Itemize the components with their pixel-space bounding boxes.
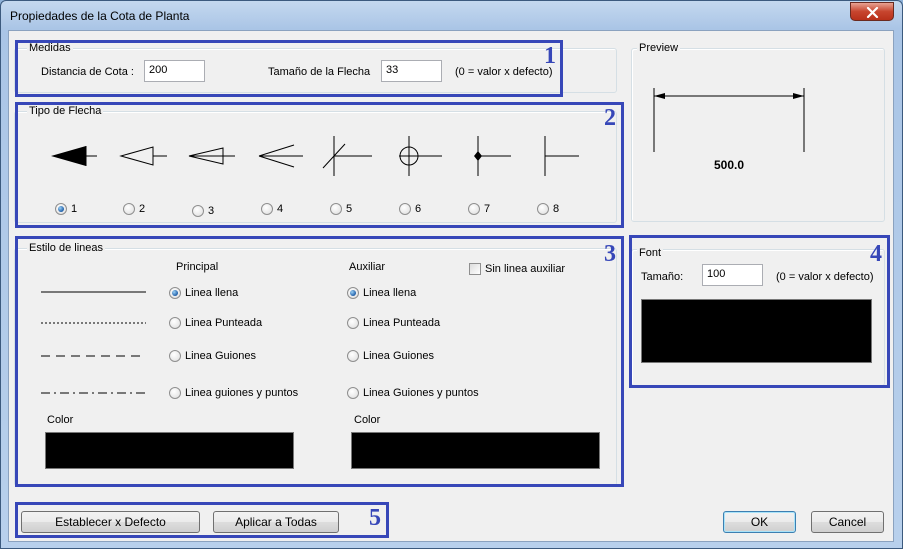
title-bar[interactable]: Propiedades de la Cota de Planta xyxy=(1,1,902,30)
annotation-number-2: 2 xyxy=(604,105,616,131)
preview-group-label: Preview xyxy=(637,42,681,54)
annotation-number-5: 5 xyxy=(369,505,381,531)
annotation-box-3 xyxy=(15,236,624,487)
annotation-box-4 xyxy=(629,235,890,388)
annotation-number-1: 1 xyxy=(544,43,556,69)
close-button[interactable] xyxy=(850,2,894,21)
window-title: Propiedades de la Cota de Planta xyxy=(10,9,190,23)
preview-dimension-text: 500.0 xyxy=(714,158,745,172)
annotation-number-3: 3 xyxy=(604,241,616,267)
preview-drawing xyxy=(653,88,805,152)
dialog-window: Propiedades de la Cota de Planta Medidas… xyxy=(0,0,903,549)
annotation-number-4: 4 xyxy=(870,241,882,267)
cancel-button[interactable]: Cancel xyxy=(811,511,884,533)
ok-button[interactable]: OK xyxy=(723,511,796,533)
annotation-box-1 xyxy=(15,40,563,97)
dialog-client-area: Medidas Distancia de Cota : 200 Tamaño d… xyxy=(8,30,894,542)
close-icon xyxy=(866,7,879,18)
annotation-box-5 xyxy=(15,502,389,538)
annotation-box-2 xyxy=(15,102,624,228)
